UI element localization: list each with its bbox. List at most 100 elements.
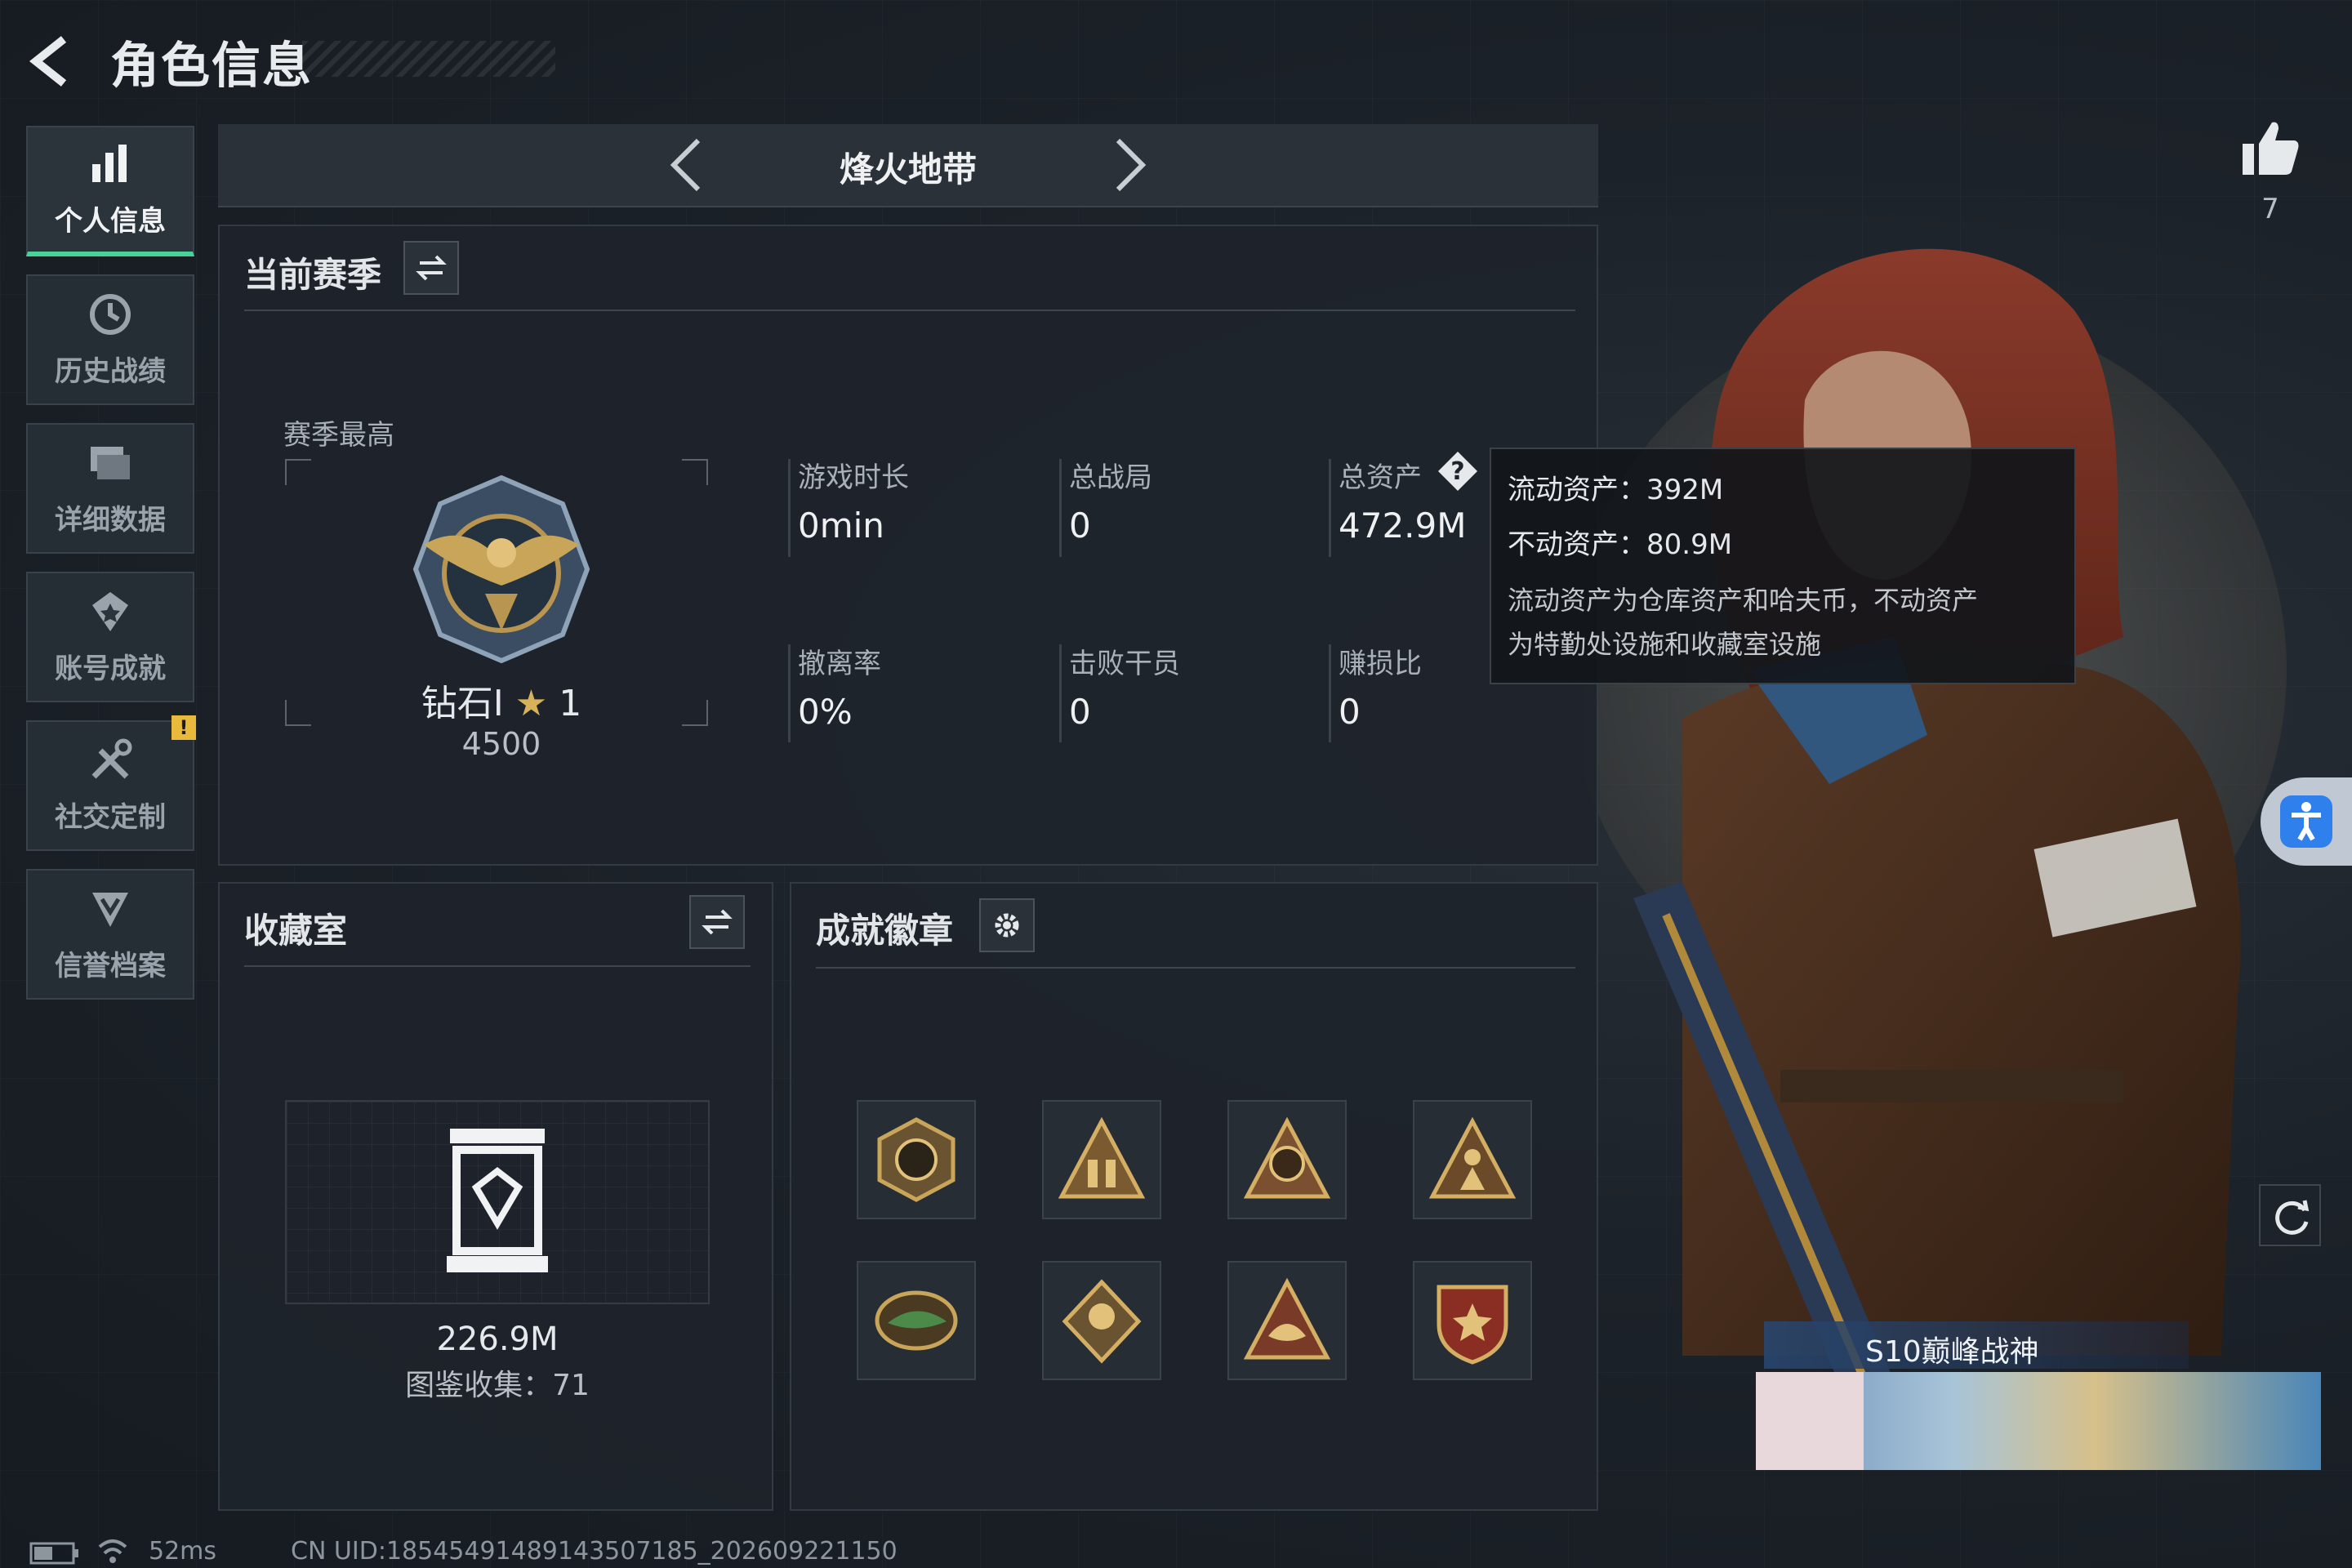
stat-label-profit-ratio: 赚损比 [1339,648,1422,680]
player-title-text: S10巅峰战神 [1865,1335,2039,1369]
frame-corner [682,700,708,726]
collection-title: 收藏室 [244,911,348,951]
season-switch-button[interactable] [403,241,459,295]
stat-value-operators-defeated: 0 [1069,692,1091,732]
badge-slot[interactable] [1413,1100,1532,1219]
frame-corner [285,459,311,485]
collection-value: 226.9M [436,1321,559,1358]
stat-value-total-matches: 0 [1069,506,1091,546]
accessibility-button[interactable] [2261,777,2352,866]
gear-icon [995,913,1019,938]
stat-divider [1059,644,1062,742]
badge-slot[interactable] [1227,1100,1347,1219]
badge-settings-button[interactable] [979,898,1035,952]
player-title-banner: S10巅峰战神 [1764,1321,2189,1369]
collection-panel[interactable]: 收藏室 226.9M 图鉴收集：71 [218,882,773,1511]
badge-slot[interactable] [1227,1261,1347,1380]
rank-label: 钻石Ⅰ ★ 1 [416,674,587,726]
sidebar-item-credit-record[interactable]: 信誉档案 [26,869,194,1000]
page-title: 角色信息 [110,38,313,95]
rank-star-icon: ★ [514,683,548,724]
sidebar-item-label: 历史战绩 [55,354,166,388]
accessibility-person-icon [2280,795,2332,848]
player-uid: CN UID:18545491489143507185_202609221150 [291,1537,898,1566]
achievement-badges-panel: 成就徽章 [790,882,1598,1511]
sidebar-item-label: 个人信息 [55,204,166,238]
stacked-cards-icon [91,446,130,479]
crocodile-badge-icon [875,1290,958,1351]
title-decoration [302,41,555,77]
liquid-assets: 流动资产：392M [1508,474,1724,506]
delta-force-2026-badge-icon [877,1117,956,1202]
badge-slot[interactable] [1042,1261,1161,1380]
tooltip-desc-line: 为特勤处设施和收藏室设施 [1508,629,1822,660]
svg-text:?: ? [1450,457,1464,486]
tooltip-desc-line: 流动资产为仓库资产和哈夫币，不动资产 [1508,585,1979,616]
stat-value-profit-ratio: 0 [1339,692,1361,732]
rank-points: 4500 [461,726,541,762]
swap-arrows-icon [416,255,447,281]
next-mode-arrow-icon[interactable] [1100,136,1157,194]
player-card-art [1756,1372,2321,1470]
stat-divider [1329,459,1331,557]
panel-divider [244,310,1575,311]
sidebar-item-label: 信誉档案 [55,949,166,982]
stat-label-extract-rate: 撤离率 [798,648,881,680]
frame-corner [682,459,708,485]
help-question-icon[interactable]: ? [1435,448,1481,494]
sidebar-item-achievements[interactable]: 账号成就 [26,572,194,702]
stat-value-extract-rate: 0% [798,692,853,732]
mode-title: 烽火地带 [839,149,977,189]
stat-divider [788,459,791,557]
fish-triangle-badge-icon [1243,1277,1331,1360]
s9-emblem-badge-icon [1243,1116,1331,1199]
collection-switch-button[interactable] [689,895,745,949]
badge-slot[interactable] [857,1100,976,1219]
rank-name: 钻石Ⅰ [421,683,504,724]
mode-selector: 烽火地带 [218,124,1598,207]
collection-count: 图鉴收集：71 [405,1369,590,1402]
stat-label-playtime: 游戏时长 [798,461,909,494]
shield-chevron-icon [92,892,128,927]
tools-icon [91,738,132,778]
asset-tooltip: 流动资产：392M 不动资产：80.9M 流动资产为仓库资产和哈夫币，不动资产 … [1490,448,2076,684]
flower-shield-badge-icon [1062,1279,1142,1364]
thumbs-up-icon[interactable] [2239,118,2301,180]
bar-chart-icon [92,144,127,182]
soldiers-triangle-badge-icon [1058,1116,1146,1199]
current-season-panel: 当前赛季 赛季最高 钻石Ⅰ ★ 1 4500 游戏时长 0min 总战局 0 总… [218,225,1598,866]
rotate-button[interactable] [2259,1184,2321,1246]
sidebar-item-label: 社交定制 [55,800,166,834]
stat-divider [1329,644,1331,742]
sidebar-item-social-custom[interactable]: 社交定制 ! [26,715,196,851]
panel-divider [244,965,751,967]
sidebar-item-history[interactable]: 历史战绩 [26,274,194,405]
diamond-rank-emblem-icon [412,474,590,664]
panel-divider [816,967,1575,969]
sidebar-item-label: 账号成就 [55,652,166,685]
tooltip-description: 流动资产为仓库资产和哈夫币，不动资产 为特勤处设施和收藏室设施 [1508,578,2058,666]
frame-corner [285,700,311,726]
refresh-icon [2275,1200,2310,1235]
swap-arrows-icon [702,909,733,935]
battery-icon [29,1542,78,1565]
sidebar-item-label: 详细数据 [55,503,166,537]
back-arrow-icon[interactable] [24,33,82,90]
stat-value-playtime: 0min [798,506,884,546]
sidebar-item-personal-info[interactable]: 个人信息 [26,126,194,256]
badge-slot[interactable] [1042,1100,1161,1219]
ping-readout: 52ms [149,1537,217,1566]
badge-slot[interactable] [1413,1261,1532,1380]
sidebar-item-detailed-data[interactable]: 详细数据 [26,423,194,554]
chibi-avatar [1756,1372,1864,1470]
wifi-icon [98,1539,127,1563]
display-case-icon [447,1129,548,1272]
stat-value-total-assets: 472.9M [1339,506,1467,546]
season-best-label: 赛季最高 [283,419,394,452]
history-clock-icon [90,293,131,335]
like-count: 7 [2261,193,2279,225]
badge-slot[interactable] [857,1261,976,1380]
rank-stars: 1 [559,683,582,724]
stat-label-total-assets: 总资产 [1339,461,1422,494]
stat-divider [1059,459,1062,557]
